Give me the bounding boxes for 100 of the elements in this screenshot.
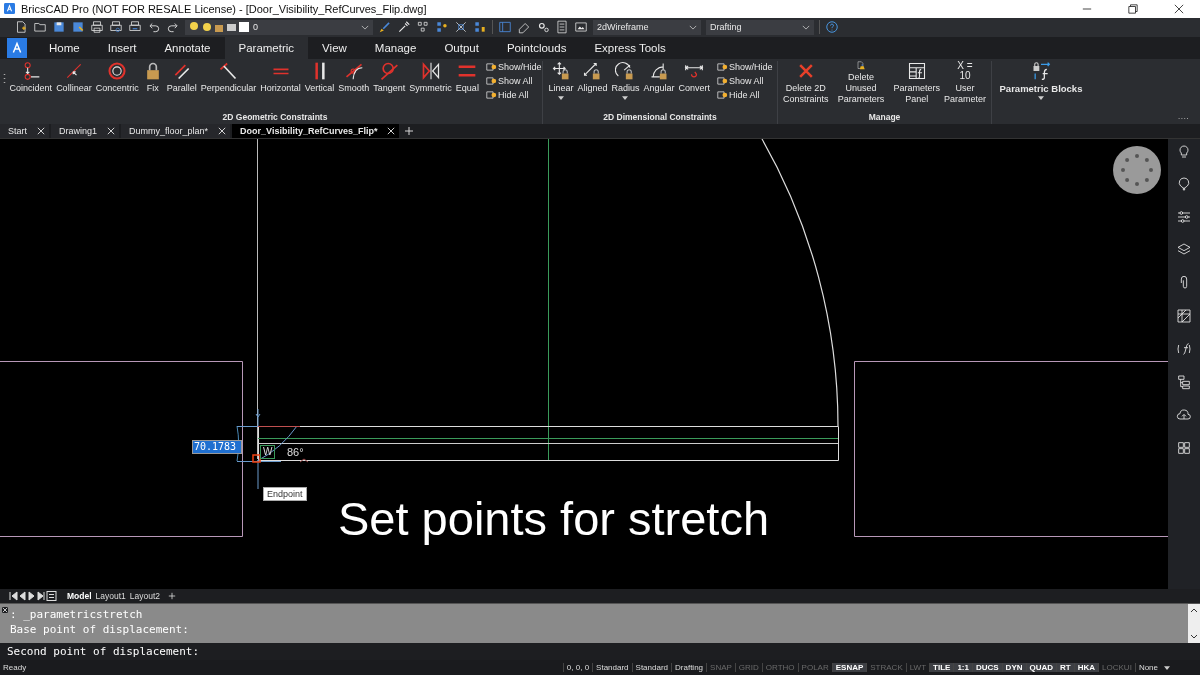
hatch-grid-icon[interactable]: [1176, 307, 1192, 324]
scrollbar[interactable]: [1188, 604, 1200, 644]
ribbon-tab[interactable]: Manage: [360, 37, 431, 60]
visual-style-dropdown[interactable]: 2dWireframe: [593, 19, 701, 35]
add-tab-icon[interactable]: [405, 126, 414, 135]
status-toggle[interactable]: QUAD: [1025, 663, 1057, 673]
scroll-up-icon[interactable]: [1190, 608, 1198, 614]
ribbon-small-button[interactable]: Show/Hide: [717, 61, 773, 74]
dimension-input[interactable]: 70.1783: [192, 439, 242, 454]
new-file-icon[interactable]: [14, 20, 28, 35]
ribbon-tab[interactable]: Annotate: [150, 37, 225, 60]
ribbon-small-button[interactable]: Hide All: [485, 89, 542, 102]
ribbon-button[interactable]: Fix: [141, 61, 164, 106]
ribbon-button[interactable]: Equal: [454, 61, 480, 106]
ribbon-button[interactable]: Convert: [677, 61, 712, 106]
add-layout-icon[interactable]: [168, 591, 177, 600]
ribbon-small-button[interactable]: Show All: [717, 75, 773, 88]
ribbon-button[interactable]: X = 10 User Parameter: [942, 61, 987, 106]
layout-panel-icon[interactable]: [498, 20, 512, 35]
ribbon-tab[interactable]: Parametric: [224, 37, 309, 60]
ribbon-small-button[interactable]: Show/Hide: [485, 61, 542, 74]
workspace-dropdown[interactable]: Drafting: [706, 19, 814, 35]
status-toggle[interactable]: DUCS: [971, 663, 1002, 673]
layer-walk-icon[interactable]: [473, 20, 487, 35]
caret-icon[interactable]: [1164, 665, 1170, 670]
print-icon[interactable]: [90, 20, 104, 35]
layer-dropdown[interactable]: 0: [185, 19, 373, 35]
ribbon-tab[interactable]: Insert: [93, 37, 151, 60]
app-logo-icon: [4, 3, 15, 15]
ribbon-button[interactable]: Vertical: [303, 61, 336, 106]
lightbulb-icon[interactable]: [1176, 142, 1192, 159]
ribbon-group-title: 2D Geometric Constraints: [222, 111, 328, 124]
constraint-bar-icon: [717, 90, 729, 101]
save-as-icon[interactable]: [71, 20, 85, 35]
save-icon[interactable]: [52, 20, 66, 35]
ribbon-button[interactable]: Parameters Panel: [892, 61, 941, 106]
document-list-icon[interactable]: [555, 20, 569, 35]
hierarchy-icon[interactable]: [1176, 373, 1192, 390]
scroll-down-icon[interactable]: [1190, 634, 1198, 640]
ribbon-button[interactable]: Horizontal: [259, 61, 302, 106]
ribbon-button[interactable]: Collinear: [55, 61, 93, 106]
ribbon-button[interactable]: Delete 2D Constraints: [782, 61, 830, 106]
status-field[interactable]: Drafting: [671, 663, 707, 673]
status-toggle[interactable]: DYN: [1001, 663, 1026, 673]
cloud-upload-icon[interactable]: [1176, 406, 1192, 423]
status-field[interactable]: Standard: [631, 663, 672, 673]
eraser-icon[interactable]: [517, 20, 531, 35]
ribbon-tab[interactable]: View: [308, 37, 361, 60]
function-icon[interactable]: [1176, 340, 1192, 357]
status-toggle[interactable]: ESNAP: [831, 663, 867, 673]
ribbon-button[interactable]: Delete Unused Parameters: [831, 61, 891, 106]
layer-isolate-icon[interactable]: [454, 20, 468, 35]
ribbon-button[interactable]: Smooth: [337, 61, 371, 106]
ribbon-button[interactable]: Angular: [642, 61, 676, 106]
balloon-icon[interactable]: [1176, 175, 1192, 192]
layout-tab[interactable]: Layout1: [95, 590, 126, 601]
layer-tool-icon[interactable]: [416, 20, 430, 35]
help-icon[interactable]: [825, 20, 839, 35]
annotation-scale[interactable]: None: [1134, 663, 1161, 673]
image-frame-icon[interactable]: [574, 20, 588, 35]
ribbon-button[interactable]: Aligned: [576, 61, 609, 106]
status-toggle[interactable]: RT: [1056, 663, 1074, 673]
restore-icon[interactable]: [1128, 3, 1138, 14]
print-preview-icon[interactable]: [109, 20, 123, 35]
open-folder-icon[interactable]: [33, 20, 47, 35]
ribbon-small-button[interactable]: Show All: [485, 75, 542, 88]
ribbon-button[interactable]: Symmetric: [408, 61, 453, 106]
layout-tab[interactable]: Layout2: [129, 590, 161, 601]
ribbon-button[interactable]: Concentric: [94, 61, 140, 106]
ribbon-small-button[interactable]: Hide All: [717, 89, 773, 102]
ribbon-button[interactable]: Parallel: [165, 61, 198, 106]
sliders-icon[interactable]: [1176, 208, 1192, 225]
eyedropper-icon[interactable]: [397, 20, 411, 35]
ribbon-button[interactable]: Linear: [547, 61, 575, 106]
ribbon-button[interactable]: Tangent: [372, 61, 407, 106]
ribbon-button[interactable]: Radius: [610, 61, 641, 106]
ribbon-button[interactable]: Perpendicular: [199, 61, 258, 106]
ribbon-tab[interactable]: Pointclouds: [492, 37, 581, 60]
layer-state-icon[interactable]: [435, 20, 449, 35]
tiles-icon[interactable]: [1176, 439, 1192, 456]
ribbon-tab[interactable]: Output: [430, 37, 493, 60]
ribbon-tab[interactable]: Express Tools: [580, 37, 680, 60]
ribbon-tab[interactable]: Home: [35, 37, 94, 60]
status-toggle[interactable]: 1:1: [953, 663, 972, 673]
application-menu-icon[interactable]: [7, 38, 27, 59]
brush-icon[interactable]: [378, 20, 392, 35]
radius-dimension-icon: [615, 61, 636, 82]
status-toggle[interactable]: HKA: [1073, 663, 1099, 673]
undo-icon[interactable]: [147, 20, 161, 35]
close-icon[interactable]: [1174, 3, 1184, 14]
caret-icon: [802, 24, 810, 30]
settings-icon[interactable]: [536, 20, 550, 35]
status-field[interactable]: Standard: [592, 663, 632, 673]
status-toggle[interactable]: TILE: [929, 663, 954, 673]
parametric-blocks-button[interactable]: Parametric Blocks: [998, 61, 1084, 106]
navigation-wheel-icon[interactable]: [1112, 144, 1162, 195]
ribbon-button[interactable]: Coincident: [8, 61, 54, 106]
redo-icon[interactable]: [166, 20, 180, 35]
aligned-dimension-icon: [582, 61, 603, 82]
layout-tab[interactable]: Model: [67, 590, 92, 601]
